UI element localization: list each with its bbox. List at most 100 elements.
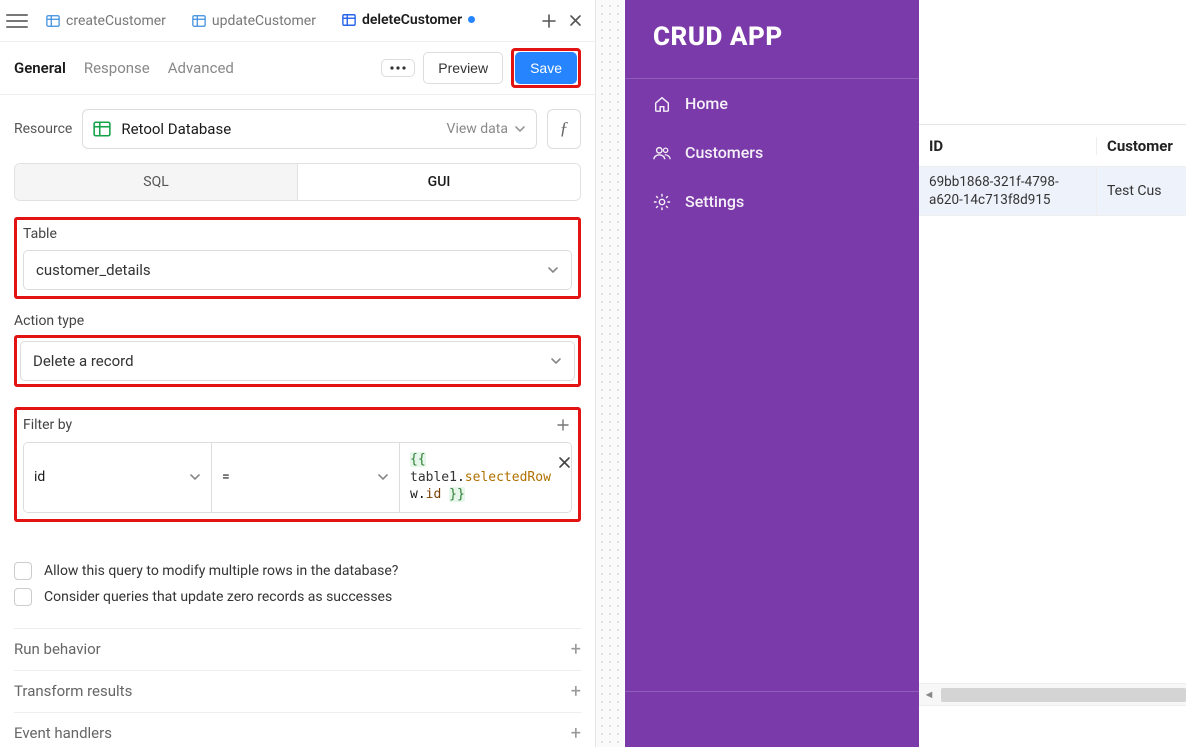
scroll-left-icon[interactable]: ◄ <box>919 688 939 701</box>
action-type-highlight: Delete a record <box>14 335 581 387</box>
section-transform-results[interactable]: Transform results + <box>14 670 581 712</box>
col-header-customer[interactable]: Customer <box>1097 137 1186 155</box>
tab-create-customer[interactable]: createCustomer <box>34 0 178 42</box>
add-filter-button[interactable] <box>554 416 572 434</box>
view-data-label: View data <box>447 121 508 137</box>
unsaved-dot-icon <box>468 16 475 23</box>
add-tab-button[interactable] <box>537 9 561 33</box>
tab-label: deleteCustomer <box>362 12 462 28</box>
plus-icon: + <box>571 681 581 702</box>
chevron-down-icon <box>550 355 562 367</box>
filter-key-value: id <box>34 469 45 485</box>
resource-select[interactable]: Retool Database View data <box>82 109 537 149</box>
mode-tab-gui[interactable]: GUI <box>298 164 580 200</box>
editor-body: Resource Retool Database View data ƒ SQL… <box>0 95 595 747</box>
app-main: ID Customer 69bb1868-321f-4798-a620-14c7… <box>919 0 1186 747</box>
close-icon <box>569 14 582 27</box>
table-label: Table <box>23 226 572 242</box>
more-options-button[interactable] <box>381 59 415 77</box>
cell-customer: Test Cus <box>1097 183 1186 199</box>
close-tab-button[interactable] <box>563 9 587 33</box>
table-icon <box>46 14 60 28</box>
query-editor-panel: createCustomer updateCustomer deleteCust… <box>0 0 596 747</box>
nav-item-customers[interactable]: Customers <box>625 128 919 177</box>
fx-button[interactable]: ƒ <box>547 109 581 149</box>
table-icon <box>192 14 206 28</box>
scroll-thumb[interactable] <box>941 688 1186 702</box>
menu-icon[interactable] <box>6 10 28 32</box>
table-icon <box>93 120 111 138</box>
filter-op-value: = <box>222 469 230 485</box>
subtab-response[interactable]: Response <box>84 59 150 77</box>
section-event-handlers[interactable]: Event handlers + <box>14 712 581 747</box>
filter-value-input[interactable]: {{ table1.selectedRoww.id }} <box>400 443 572 512</box>
plus-icon <box>557 419 569 431</box>
section-run-behavior[interactable]: Run behavior + <box>14 628 581 670</box>
app-preview-panel: CRUD APP Home Customers Settings ID Cust… <box>596 0 1186 747</box>
canvas-gutter <box>596 0 624 747</box>
app-title: CRUD APP <box>625 0 919 79</box>
expr-obj: table1 <box>410 470 457 485</box>
section-label: Transform results <box>14 682 132 700</box>
option-allow-multi[interactable]: Allow this query to modify multiple rows… <box>14 562 581 580</box>
section-label: Run behavior <box>14 640 101 658</box>
view-data-button[interactable]: View data <box>447 121 526 137</box>
table-footer <box>919 705 1186 747</box>
option-label: Consider queries that update zero record… <box>44 589 392 605</box>
filter-by-label: Filter by <box>23 417 72 433</box>
save-highlight: Save <box>511 48 581 88</box>
chevron-down-icon <box>547 264 559 276</box>
resource-name: Retool Database <box>121 120 436 138</box>
save-button[interactable]: Save <box>515 52 577 84</box>
cell-id: 69bb1868-321f-4798-a620-14c713f8d915 <box>919 167 1097 215</box>
checkbox[interactable] <box>14 562 32 580</box>
plus-icon <box>542 14 556 28</box>
nav-label: Settings <box>685 192 744 211</box>
table-icon <box>342 13 356 27</box>
table-header: ID Customer <box>919 125 1186 167</box>
tab-label: createCustomer <box>66 13 166 29</box>
filter-op-select[interactable]: = <box>212 443 400 512</box>
subtab-general[interactable]: General <box>14 59 66 77</box>
checkbox[interactable] <box>14 588 32 606</box>
chevron-down-icon <box>189 471 201 483</box>
option-zero-success[interactable]: Consider queries that update zero record… <box>14 588 581 606</box>
table-row[interactable]: 69bb1868-321f-4798-a620-14c713f8d915 Tes… <box>919 167 1186 216</box>
nav-item-settings[interactable]: Settings <box>625 177 919 226</box>
preview-button[interactable]: Preview <box>423 52 503 84</box>
chevron-down-icon <box>377 471 389 483</box>
option-label: Allow this query to modify multiple rows… <box>44 563 398 579</box>
editor-subnav: General Response Advanced Preview Save <box>0 42 595 95</box>
section-label: Event handlers <box>14 724 112 742</box>
ellipsis-icon <box>390 66 406 70</box>
col-header-id[interactable]: ID <box>919 137 1097 155</box>
resource-label: Resource <box>14 121 72 137</box>
app-sidebar: CRUD APP Home Customers Settings <box>625 0 919 747</box>
users-icon <box>653 144 671 162</box>
filter-key-select[interactable]: id <box>24 443 212 512</box>
plus-icon: + <box>571 639 581 660</box>
action-type-value: Delete a record <box>33 352 134 370</box>
filter-by-highlight: Filter by id = {{ table1.selectedRo <box>14 407 581 522</box>
table-field-highlight: Table customer_details <box>14 217 581 299</box>
close-icon <box>558 456 571 469</box>
remove-filter-button[interactable] <box>553 451 572 475</box>
tab-update-customer[interactable]: updateCustomer <box>180 0 328 42</box>
home-icon <box>653 95 671 113</box>
subtab-advanced[interactable]: Advanced <box>168 59 234 77</box>
expr-open: {{ <box>410 452 426 467</box>
mode-tab-sql[interactable]: SQL <box>15 164 298 200</box>
plus-icon: + <box>571 723 581 744</box>
horizontal-scrollbar[interactable]: ◄ <box>919 683 1186 705</box>
sidebar-footer <box>625 691 919 747</box>
tab-delete-customer[interactable]: deleteCustomer <box>330 0 487 42</box>
tab-label: updateCustomer <box>212 13 316 29</box>
action-type-select[interactable]: Delete a record <box>20 341 575 381</box>
nav-item-home[interactable]: Home <box>625 79 919 128</box>
table-select[interactable]: customer_details <box>23 250 572 290</box>
gear-icon <box>653 193 671 211</box>
expr-prop1: selectedRow <box>465 470 551 485</box>
expr-close: }} <box>449 487 465 502</box>
nav-label: Customers <box>685 143 763 162</box>
mode-tabs: SQL GUI <box>14 163 581 201</box>
